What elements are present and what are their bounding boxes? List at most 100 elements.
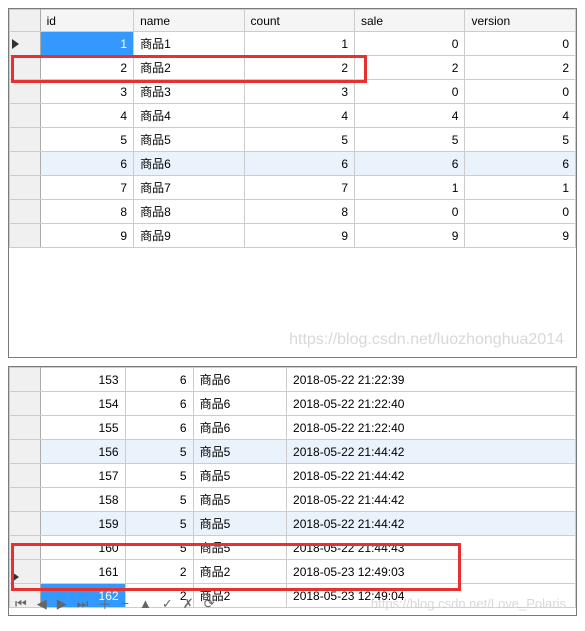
cell-timestamp[interactable]: 2018-05-22 21:22:39 (287, 368, 576, 392)
row-header[interactable] (10, 464, 41, 488)
next-icon[interactable]: ▶ (57, 596, 67, 612)
cell-seq[interactable]: 155 (40, 416, 125, 440)
cell-count[interactable]: 1 (244, 32, 354, 56)
cell-count[interactable]: 6 (244, 152, 354, 176)
row-header[interactable] (10, 488, 41, 512)
cell-sale[interactable]: 1 (355, 176, 465, 200)
col-version[interactable]: version (465, 10, 576, 32)
cell-name[interactable]: 商品6 (193, 416, 286, 440)
cell-name[interactable]: 商品8 (134, 200, 244, 224)
cell-count[interactable]: 9 (244, 224, 354, 248)
cell-timestamp[interactable]: 2018-05-22 21:22:40 (287, 392, 576, 416)
col-name[interactable]: name (134, 10, 244, 32)
cell-seq[interactable]: 159 (40, 512, 125, 536)
cell-timestamp[interactable]: 2018-05-22 21:44:42 (287, 464, 576, 488)
cell-name[interactable]: 商品9 (134, 224, 244, 248)
row-header[interactable] (10, 200, 41, 224)
cell-id[interactable]: 2 (40, 56, 133, 80)
cell-seq[interactable]: 157 (40, 464, 125, 488)
table-row[interactable]: 8商品8800 (10, 200, 576, 224)
cell-name[interactable]: 商品5 (193, 536, 286, 560)
cell-version[interactable]: 6 (465, 152, 576, 176)
cell-id[interactable]: 3 (40, 80, 133, 104)
cell-id[interactable]: 7 (40, 176, 133, 200)
cell-id[interactable]: 6 (125, 416, 193, 440)
table-row[interactable]: 1585商品52018-05-22 21:44:42 (10, 488, 576, 512)
cell-count[interactable]: 3 (244, 80, 354, 104)
row-header[interactable] (10, 176, 41, 200)
table-row[interactable]: 1605商品52018-05-22 21:44:43 (10, 536, 576, 560)
cell-version[interactable]: 0 (465, 80, 576, 104)
cell-id[interactable]: 5 (40, 128, 133, 152)
cell-id[interactable]: 6 (125, 392, 193, 416)
cancel-icon[interactable]: ✗ (183, 596, 194, 612)
cell-sale[interactable]: 0 (355, 32, 465, 56)
table-row[interactable]: 1575商品52018-05-22 21:44:42 (10, 464, 576, 488)
cell-name[interactable]: 商品5 (134, 128, 244, 152)
cell-sale[interactable]: 6 (355, 152, 465, 176)
cell-timestamp[interactable]: 2018-05-23 12:49:03 (287, 560, 576, 584)
cell-seq[interactable]: 161 (40, 560, 125, 584)
cell-name[interactable]: 商品5 (193, 512, 286, 536)
table-row[interactable]: 1546商品62018-05-22 21:22:40 (10, 392, 576, 416)
cell-sale[interactable]: 0 (355, 200, 465, 224)
data-grid-1[interactable]: id name count sale version 1商品11002商品222… (9, 9, 576, 248)
last-icon[interactable]: ⏭ (77, 596, 89, 612)
cell-timestamp[interactable]: 2018-05-22 21:44:42 (287, 512, 576, 536)
cell-name[interactable]: 商品5 (193, 488, 286, 512)
table-row[interactable]: 6商品6666 (10, 152, 576, 176)
row-header[interactable] (10, 392, 41, 416)
prev-icon[interactable]: ◀ (37, 596, 47, 612)
data-grid-2[interactable]: 1536商品62018-05-22 21:22:391546商品62018-05… (9, 367, 576, 608)
table-row[interactable]: 3商品3300 (10, 80, 576, 104)
cell-id[interactable]: 1 (40, 32, 133, 56)
cell-count[interactable]: 7 (244, 176, 354, 200)
cell-id[interactable]: 5 (125, 488, 193, 512)
first-icon[interactable]: ⏮ (15, 596, 27, 612)
cell-id[interactable]: 2 (125, 560, 193, 584)
cell-sale[interactable]: 4 (355, 104, 465, 128)
cell-name[interactable]: 商品1 (134, 32, 244, 56)
cell-id[interactable]: 4 (40, 104, 133, 128)
table-row[interactable]: 1556商品62018-05-22 21:22:40 (10, 416, 576, 440)
cell-version[interactable]: 4 (465, 104, 576, 128)
cell-id[interactable]: 5 (125, 536, 193, 560)
cell-count[interactable]: 8 (244, 200, 354, 224)
col-count[interactable]: count (244, 10, 354, 32)
cell-name[interactable]: 商品6 (193, 392, 286, 416)
edit-icon[interactable]: ▲ (139, 596, 152, 611)
table-row[interactable]: 2商品2222 (10, 56, 576, 80)
cell-name[interactable]: 商品6 (134, 152, 244, 176)
col-id[interactable]: id (40, 10, 133, 32)
cell-version[interactable]: 0 (465, 32, 576, 56)
cell-version[interactable]: 5 (465, 128, 576, 152)
cell-version[interactable]: 2 (465, 56, 576, 80)
refresh-icon[interactable]: ⟳ (204, 596, 215, 612)
table-row[interactable]: 1565商品52018-05-22 21:44:42 (10, 440, 576, 464)
cell-id[interactable]: 6 (125, 368, 193, 392)
cell-id[interactable]: 6 (40, 152, 133, 176)
col-sale[interactable]: sale (355, 10, 465, 32)
cell-sale[interactable]: 2 (355, 56, 465, 80)
cell-version[interactable]: 9 (465, 224, 576, 248)
cell-sale[interactable]: 9 (355, 224, 465, 248)
cell-count[interactable]: 5 (244, 128, 354, 152)
cell-name[interactable]: 商品5 (193, 464, 286, 488)
cell-name[interactable]: 商品2 (134, 56, 244, 80)
cell-name[interactable]: 商品2 (193, 560, 286, 584)
delete-icon[interactable]: − (121, 596, 129, 611)
cell-count[interactable]: 2 (244, 56, 354, 80)
row-header[interactable] (10, 440, 41, 464)
table-row[interactable]: 1536商品62018-05-22 21:22:39 (10, 368, 576, 392)
row-header[interactable] (10, 368, 41, 392)
cell-timestamp[interactable]: 2018-05-22 21:44:43 (287, 536, 576, 560)
cell-name[interactable]: 商品3 (134, 80, 244, 104)
row-header[interactable] (10, 416, 41, 440)
row-header[interactable] (10, 56, 41, 80)
row-header[interactable] (10, 104, 41, 128)
cell-seq[interactable]: 153 (40, 368, 125, 392)
cell-timestamp[interactable]: 2018-05-22 21:22:40 (287, 416, 576, 440)
cell-sale[interactable]: 5 (355, 128, 465, 152)
cell-name[interactable]: 商品4 (134, 104, 244, 128)
table-row[interactable]: 1612商品22018-05-23 12:49:03 (10, 560, 576, 584)
